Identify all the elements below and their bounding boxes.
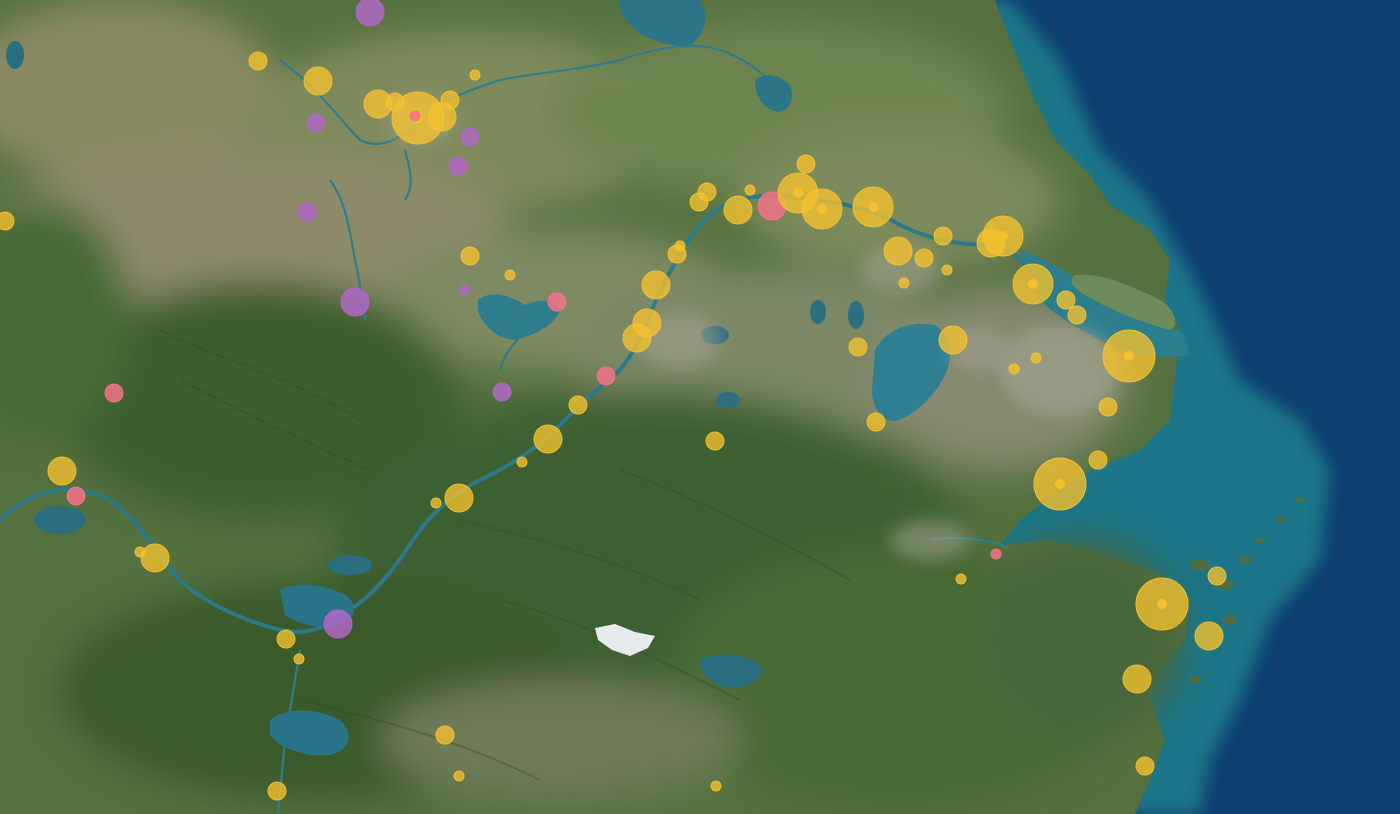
map-marker-yellow[interactable] — [1067, 305, 1087, 325]
map-marker-yellow[interactable] — [744, 184, 756, 196]
map-marker-yellow[interactable] — [1194, 621, 1224, 651]
map-marker-yellow[interactable] — [568, 395, 588, 415]
map-marker-yellow[interactable] — [0, 211, 15, 231]
map-marker-pink[interactable] — [547, 292, 567, 312]
map-marker-yellow[interactable] — [976, 228, 1006, 258]
small-lake — [810, 300, 826, 324]
map-marker-purple[interactable] — [459, 284, 471, 296]
map-marker-purple[interactable] — [297, 202, 317, 222]
map-marker-yellow[interactable] — [267, 781, 287, 801]
map-marker-yellow[interactable] — [460, 246, 480, 266]
map-marker-yellow[interactable] — [276, 629, 296, 649]
map-marker-yellow[interactable] — [134, 546, 146, 558]
map-marker-yellow[interactable] — [941, 264, 953, 276]
map-marker-yellow[interactable] — [883, 236, 913, 266]
small-lake — [6, 41, 24, 69]
map-marker-center — [1157, 599, 1167, 609]
map-marker-yellow[interactable] — [248, 51, 268, 71]
land-texture — [0, 0, 1180, 810]
map-marker-yellow[interactable] — [1122, 664, 1152, 694]
map-marker-yellow[interactable] — [385, 92, 405, 112]
map-marker-pink[interactable] — [104, 383, 124, 403]
map-marker-yellow[interactable] — [453, 770, 465, 782]
map-marker-yellow[interactable] — [697, 182, 717, 202]
map-marker-yellow[interactable] — [1056, 290, 1076, 310]
map-marker-pink[interactable] — [596, 366, 616, 386]
map-marker-yellow[interactable] — [47, 456, 77, 486]
map-marker-center — [817, 204, 827, 214]
small-lake — [34, 506, 86, 534]
map-marker-yellow[interactable] — [674, 240, 686, 252]
map-marker-purple[interactable] — [448, 156, 468, 176]
map-marker-yellow[interactable] — [1008, 363, 1020, 375]
small-lake — [848, 301, 864, 329]
map-marker-yellow[interactable] — [898, 277, 910, 289]
map-marker-yellow[interactable] — [796, 154, 816, 174]
map-marker-purple[interactable] — [306, 113, 326, 133]
map-canvas[interactable] — [0, 0, 1400, 814]
map-marker-yellow[interactable] — [938, 325, 968, 355]
map-marker-yellow[interactable] — [1098, 397, 1118, 417]
map-marker-yellow[interactable] — [1030, 352, 1042, 364]
map-marker-yellow[interactable] — [705, 431, 725, 451]
map-marker-center — [1028, 279, 1038, 289]
map-marker-yellow[interactable] — [293, 653, 305, 665]
map-marker-yellow[interactable] — [848, 337, 868, 357]
map-marker-yellow[interactable] — [1207, 566, 1227, 586]
map-marker-purple[interactable] — [460, 127, 480, 147]
map-marker-yellow[interactable] — [641, 270, 671, 300]
small-lake — [328, 555, 372, 575]
map-marker-center — [793, 188, 803, 198]
map-marker-center — [1055, 479, 1065, 489]
map-marker-center — [868, 202, 878, 212]
map-marker-yellow[interactable] — [444, 483, 474, 513]
map-marker-yellow[interactable] — [1088, 450, 1108, 470]
map-marker-yellow[interactable] — [303, 66, 333, 96]
map-marker-yellow[interactable] — [516, 456, 528, 468]
map-marker-yellow[interactable] — [866, 412, 886, 432]
map-marker-pink[interactable] — [66, 486, 86, 506]
map-marker-yellow[interactable] — [504, 269, 516, 281]
map-marker-yellow[interactable] — [140, 543, 170, 573]
map-marker-yellow[interactable] — [710, 780, 722, 792]
map-marker-center — [1124, 351, 1134, 361]
map-marker-yellow[interactable] — [723, 195, 753, 225]
map-marker-yellow[interactable] — [955, 573, 967, 585]
small-lake — [716, 392, 740, 408]
map-marker-yellow[interactable] — [933, 226, 953, 246]
map-marker-yellow[interactable] — [430, 497, 442, 509]
map-marker-purple[interactable] — [323, 609, 353, 639]
map-marker-yellow[interactable] — [622, 323, 652, 353]
map-marker-purple[interactable] — [492, 382, 512, 402]
map-marker-pink[interactable] — [409, 110, 421, 122]
map-marker-yellow[interactable] — [1135, 756, 1155, 776]
map-marker-purple[interactable] — [355, 0, 385, 27]
map-marker-yellow[interactable] — [435, 725, 455, 745]
map-marker-yellow[interactable] — [533, 424, 563, 454]
map-marker-yellow[interactable] — [440, 90, 460, 110]
map-marker-yellow[interactable] — [469, 69, 481, 81]
map-marker-pink[interactable] — [990, 548, 1002, 560]
map-marker-yellow[interactable] — [914, 248, 934, 268]
map-marker-purple[interactable] — [340, 287, 370, 317]
satellite-map[interactable] — [0, 0, 1400, 814]
